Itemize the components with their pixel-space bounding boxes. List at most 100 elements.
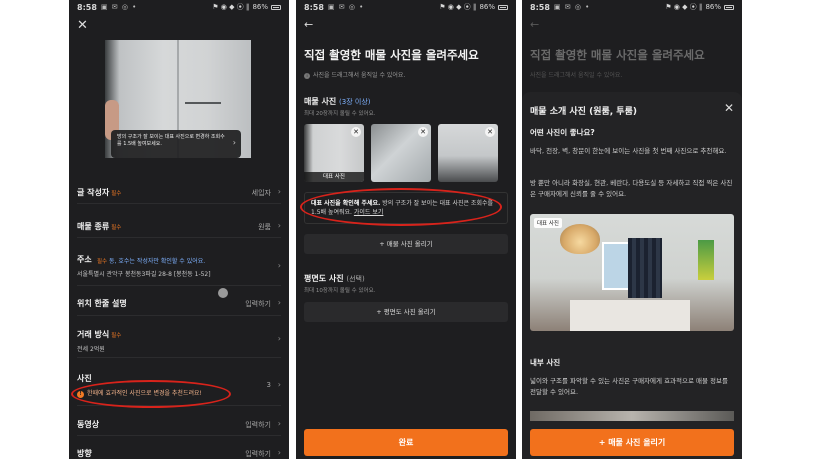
author-value: 세입자 bbox=[251, 189, 271, 197]
notification-icons: ▣ ✉ ◎ • bbox=[553, 3, 591, 11]
back-arrow-icon: ← bbox=[530, 18, 540, 31]
battery-icon bbox=[724, 4, 734, 10]
close-icon[interactable]: ✕ bbox=[77, 18, 88, 33]
screen-upload-photos: 8:58 ▣ ✉ ◎ • ⚑ ◉ ◆ ⦿ ∥ 86% ← 직접 촬영한 매물 사… bbox=[296, 0, 516, 459]
highlight-ellipse bbox=[300, 188, 502, 226]
row-direction[interactable]: 방향 입력하기 › bbox=[77, 444, 281, 459]
upload-photo-button[interactable]: + 매물 사진 올리기 bbox=[304, 234, 508, 254]
guide-question-1: 어떤 사진이 좋나요? bbox=[530, 128, 595, 137]
chevron-right-icon: › bbox=[277, 221, 281, 230]
screen-photo-guide: 8:58 ▣ ✉ ◎ • ⚑ ◉ ◆ ⦿ ∥ 86% ← 직접 촬영한 매물 사… bbox=[522, 0, 742, 459]
remove-photo-icon[interactable]: ✕ bbox=[351, 127, 361, 137]
address-label: 주소 bbox=[77, 255, 92, 264]
photo-door-handle bbox=[185, 102, 221, 104]
system-icons: ⚑ ◉ ◆ ⦿ ∥ bbox=[439, 3, 477, 11]
upload-photo-button[interactable]: + 매물 사진 올리기 bbox=[530, 429, 734, 456]
status-right: ⚑ ◉ ◆ ⦿ ∥ 86% bbox=[665, 2, 734, 12]
photo-art bbox=[698, 240, 714, 280]
photo-thumb-1[interactable]: ✕ 대표 사진 bbox=[304, 124, 364, 182]
scroll-handle[interactable] bbox=[218, 288, 228, 298]
drag-hint: i 사진을 드래그해서 움직일 수 있어요. bbox=[304, 70, 405, 79]
photo-tip-text: 방의 구조가 잘 보이는 대표 사진으로 변경하 조회수를 1.5배 높여보세요… bbox=[117, 134, 225, 147]
example-interior-photo bbox=[530, 411, 734, 421]
required-badge: 필수 bbox=[111, 191, 122, 197]
drag-hint-dimmed: 사진을 드래그해서 움직일 수 있어요. bbox=[530, 72, 623, 79]
floor-section-sub: 최대 10장까지 올릴 수 있어요. bbox=[304, 288, 376, 294]
system-icons: ⚑ ◉ ◆ ⦿ ∥ bbox=[665, 3, 703, 11]
battery-icon bbox=[498, 4, 508, 10]
battery-level: 86% bbox=[479, 3, 495, 11]
remove-photo-icon[interactable]: ✕ bbox=[418, 127, 428, 137]
status-bar: 8:58 ▣ ✉ ◎ • ⚑ ◉ ◆ ⦿ ∥ 86% bbox=[522, 0, 742, 14]
photos-count: 3 bbox=[266, 381, 271, 389]
screen-listing-form: 8:58 ▣ ✉ ◎ • ⚑ ◉ ◆ ⦿ ∥ 86% ✕ 방의 구조가 잘 보이… bbox=[69, 0, 289, 459]
notification-icons: ▣ ✉ ◎ • bbox=[100, 3, 138, 11]
remove-photo-icon[interactable]: ✕ bbox=[485, 127, 495, 137]
status-time: 8:58 bbox=[530, 2, 550, 12]
guide-paragraph-2: 방 뿐만 아니라 화장실, 현관, 베란다, 다용도실 등 자세하고 직접 찍은… bbox=[530, 179, 733, 198]
location-desc-label: 위치 한줄 설명 bbox=[77, 299, 127, 308]
deal-type-value: 전세 2억원 bbox=[77, 346, 105, 353]
required-badge: 필수 bbox=[111, 333, 122, 339]
upload-floorplan-button[interactable]: + 평면도 사진 올리기 bbox=[304, 302, 508, 322]
photo-section-sub: 최대 20장까지 올릴 수 있어요. bbox=[304, 111, 376, 117]
guide-question-2: 내부 사진 bbox=[530, 358, 561, 367]
address-value: 서울특별시 관악구 봉천동3파길 28-8 [봉천동 1-52] bbox=[77, 271, 211, 278]
photo-thumb-2[interactable]: ✕ bbox=[371, 124, 431, 182]
deal-type-label: 거래 방식 필수 bbox=[77, 330, 122, 339]
row-location-desc[interactable]: 위치 한줄 설명 입력하기 › bbox=[77, 288, 281, 316]
floor-section-title: 평면도 사진 (선택) bbox=[304, 274, 365, 283]
chevron-right-icon: › bbox=[277, 187, 281, 196]
row-property-type[interactable]: 매물 종류 필수 원룸 › bbox=[77, 216, 281, 238]
back-arrow-icon[interactable]: ← bbox=[304, 18, 313, 31]
video-label: 동영상 bbox=[77, 420, 100, 429]
representative-tag: 대표 사진 bbox=[534, 218, 562, 228]
status-bar: 8:58 ▣ ✉ ◎ • ⚑ ◉ ◆ ⦿ ∥ 86% bbox=[69, 0, 289, 14]
row-video[interactable]: 동영상 입력하기 › bbox=[77, 414, 281, 436]
done-button[interactable]: 완료 bbox=[304, 429, 508, 456]
property-type-label: 매물 종류 필수 bbox=[77, 222, 122, 231]
notification-icons: ▣ ✉ ◎ • bbox=[327, 3, 365, 11]
example-room-photo: 대표 사진 bbox=[530, 214, 734, 331]
required-badge: 필수 bbox=[111, 225, 122, 231]
info-icon: i bbox=[304, 73, 310, 79]
guide-paragraph-1: 바닥, 천장, 벽, 창문이 한눈에 보이는 사진을 첫 번째 사진으로 추천해… bbox=[530, 147, 727, 155]
status-right: ⚑ ◉ ◆ ⦿ ∥ 86% bbox=[439, 2, 508, 12]
chevron-right-icon: › bbox=[277, 298, 281, 307]
address-hint: 필수 동, 호수는 작성자만 확인할 수 있어요. bbox=[97, 258, 206, 265]
status-right: ⚑ ◉ ◆ ⦿ ∥ 86% bbox=[212, 2, 281, 12]
direction-input[interactable]: 입력하기 bbox=[245, 449, 271, 459]
photo-tip-tooltip[interactable]: 방의 구조가 잘 보이는 대표 사진으로 변경하 조회수를 1.5배 높여보세요… bbox=[111, 130, 241, 158]
battery-level: 86% bbox=[705, 3, 721, 11]
chevron-right-icon: › bbox=[277, 448, 281, 457]
photo-thumb-3[interactable]: ✕ bbox=[438, 124, 498, 182]
property-type-value: 원룸 bbox=[258, 223, 271, 231]
page-title: 직접 촬영한 매물 사진을 올려주세요 bbox=[304, 48, 479, 62]
page-title-dimmed: 직접 촬영한 매물 사진을 올려주세요 bbox=[530, 48, 705, 62]
location-desc-input[interactable]: 입력하기 bbox=[245, 299, 271, 309]
system-icons: ⚑ ◉ ◆ ⦿ ∥ bbox=[212, 3, 250, 11]
chevron-right-icon: › bbox=[277, 334, 281, 343]
row-address[interactable]: 주소 필수 동, 호수는 작성자만 확인할 수 있어요. 서울특별시 관악구 봉… bbox=[77, 250, 281, 286]
photo-bed bbox=[570, 300, 690, 331]
row-author[interactable]: 글 작성자 필수 세입자 › bbox=[77, 182, 281, 204]
status-time: 8:58 bbox=[304, 2, 324, 12]
row-deal-type[interactable]: 거래 방식 필수 전세 2억원 › bbox=[77, 326, 281, 358]
representative-tag: 대표 사진 bbox=[304, 172, 364, 182]
chevron-right-icon: › bbox=[277, 419, 281, 428]
photo-section-title: 매물 사진 (3장 이상) bbox=[304, 97, 371, 106]
chevron-right-icon: › bbox=[277, 261, 281, 270]
photos-label: 사진 bbox=[77, 374, 92, 383]
photo-curtain bbox=[628, 238, 662, 298]
battery-level: 86% bbox=[252, 3, 268, 11]
photo-lamp bbox=[560, 224, 600, 254]
sheet-title: 매물 소개 사진 (원룸, 투룸) bbox=[530, 107, 637, 117]
guide-paragraph-3: 넓이와 구조를 파악할 수 있는 사진은 구매자에게 효과적으로 매물 정보를 … bbox=[530, 377, 728, 396]
direction-label: 방향 bbox=[77, 449, 92, 458]
close-icon[interactable]: ✕ bbox=[724, 101, 734, 115]
video-input[interactable]: 입력하기 bbox=[245, 420, 271, 430]
chevron-right-icon: › bbox=[277, 380, 281, 389]
battery-icon bbox=[271, 4, 281, 10]
author-label: 글 작성자 필수 bbox=[77, 188, 122, 197]
status-bar: 8:58 ▣ ✉ ◎ • ⚑ ◉ ◆ ⦿ ∥ 86% bbox=[296, 0, 516, 14]
